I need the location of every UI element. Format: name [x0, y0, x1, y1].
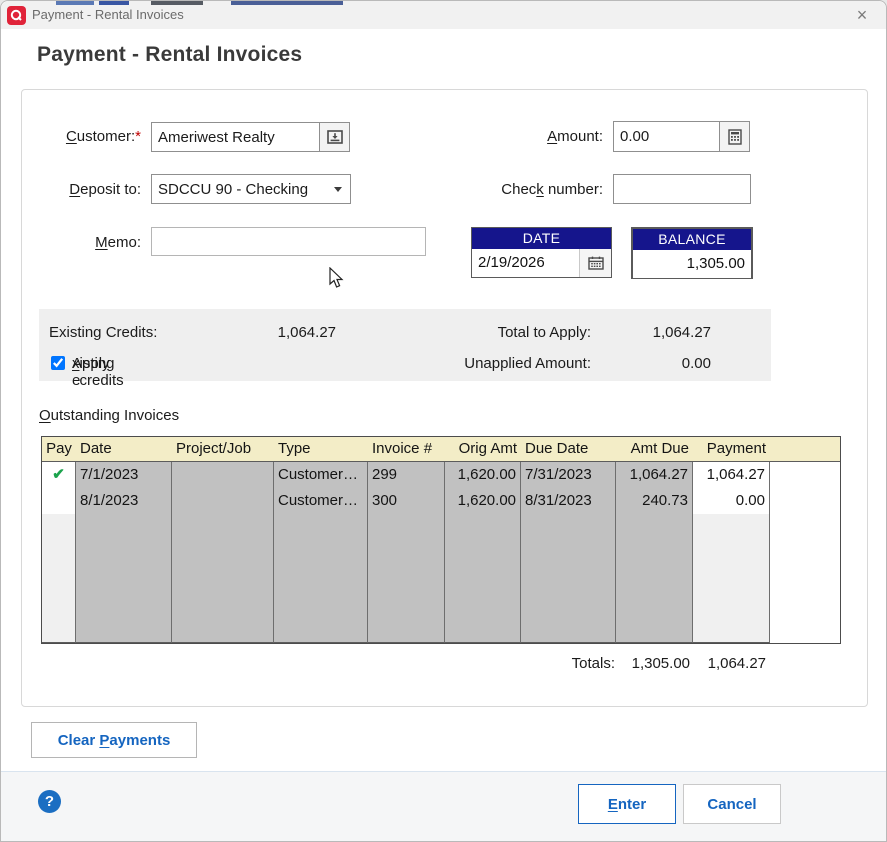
- payment-dialog: Payment - Rental Invoices × Payment - Re…: [0, 0, 887, 842]
- cell-date: 8/1/2023: [76, 488, 172, 514]
- customer-label: Customer:*: [21, 128, 141, 145]
- invoices-table: Pay Date Project/Job Type Invoice # Orig…: [41, 436, 841, 644]
- cell-orig-amt: 1,620.00: [445, 488, 521, 514]
- calendar-icon: [588, 256, 604, 270]
- balance-header: BALANCE: [633, 229, 751, 250]
- memo-label: Memo:: [21, 234, 141, 251]
- cell-type: Customer…: [274, 462, 368, 488]
- memo-input[interactable]: [151, 227, 426, 256]
- deposit-to-select[interactable]: SDCCU 90 - Checking: [151, 174, 351, 204]
- date-input[interactable]: 2/19/2026: [472, 249, 580, 277]
- total-to-apply-value: 1,064.27: [621, 324, 711, 341]
- cell-project: [172, 462, 274, 488]
- col-date[interactable]: Date: [76, 437, 172, 461]
- col-due-date[interactable]: Due Date: [521, 437, 616, 461]
- page-title: Payment - Rental Invoices: [37, 43, 302, 67]
- open-list-icon: [327, 130, 343, 144]
- background-window-artifact: [231, 1, 343, 5]
- outstanding-invoices-label: Outstanding Invoices: [39, 407, 179, 424]
- deposit-to-label: Deposit to:: [21, 181, 141, 198]
- calculator-button[interactable]: [719, 121, 750, 152]
- chevron-down-icon: [334, 187, 342, 192]
- pay-checkmark-icon[interactable]: ✔: [52, 466, 65, 483]
- close-button[interactable]: ×: [850, 4, 874, 26]
- col-spacer: [770, 437, 840, 461]
- help-button[interactable]: ?: [38, 790, 61, 813]
- col-pay[interactable]: Pay: [42, 437, 76, 461]
- total-to-apply-label: Total to Apply:: [441, 324, 591, 341]
- table-header: Pay Date Project/Job Type Invoice # Orig…: [42, 437, 840, 462]
- background-window-artifact: [151, 1, 203, 5]
- cell-orig-amt: 1,620.00: [445, 462, 521, 488]
- date-box: DATE 2/19/2026: [471, 227, 612, 278]
- check-number-label: Check number:: [451, 181, 603, 198]
- col-invoice[interactable]: Invoice #: [368, 437, 445, 461]
- totals-label: Totals:: [520, 655, 615, 672]
- totals-amt-due: 1,305.00: [616, 655, 690, 672]
- cell-type: Customer…: [274, 488, 368, 514]
- balance-box: BALANCE 1,305.00: [631, 227, 753, 279]
- background-window-artifact: [99, 1, 129, 5]
- background-window-artifact: [56, 1, 94, 5]
- balance-value: 1,305.00: [633, 250, 751, 278]
- col-payment[interactable]: Payment: [693, 437, 770, 461]
- col-orig-amt[interactable]: Orig Amt: [445, 437, 521, 461]
- cell-due-date: 7/31/2023: [521, 462, 616, 488]
- close-icon: ×: [857, 5, 868, 25]
- cell-invoice: 300: [368, 488, 445, 514]
- customer-input[interactable]: [151, 122, 320, 152]
- unapplied-amount-label: Unapplied Amount:: [441, 355, 591, 372]
- question-icon: ?: [45, 793, 54, 810]
- col-project[interactable]: Project/Job: [172, 437, 274, 461]
- cell-amt-due: 240.73: [616, 488, 693, 514]
- window-title: Payment - Rental Invoices: [32, 7, 184, 22]
- totals-payment: 1,064.27: [694, 655, 766, 672]
- cell-project: [172, 488, 274, 514]
- table-row[interactable]: ✔ 7/1/2023 Customer… 299 1,620.00 7/31/2…: [42, 462, 840, 488]
- cell-payment[interactable]: 0.00: [693, 488, 770, 514]
- enter-button[interactable]: Enter: [578, 784, 676, 824]
- window-titlebar: Payment - Rental Invoices ×: [1, 1, 886, 29]
- amount-input[interactable]: [613, 121, 720, 152]
- cell-amt-due: 1,064.27: [616, 462, 693, 488]
- deposit-to-value: SDCCU 90 - Checking: [158, 181, 308, 198]
- existing-credits-value: 1,064.27: [231, 324, 336, 341]
- calculator-icon: [728, 129, 742, 145]
- apply-credits-label: Apply existing credits: [72, 355, 80, 372]
- col-amt-due[interactable]: Amt Due: [616, 437, 693, 461]
- customer-open-list-button[interactable]: [319, 122, 350, 152]
- unapplied-amount-value: 0.00: [621, 355, 711, 372]
- table-empty-area: [42, 514, 840, 643]
- calendar-button[interactable]: [580, 249, 611, 277]
- table-row[interactable]: 8/1/2023 Customer… 300 1,620.00 8/31/202…: [42, 488, 840, 514]
- date-header: DATE: [472, 228, 611, 249]
- credits-panel: Existing Credits: 1,064.27 Total to Appl…: [39, 309, 771, 381]
- cell-payment[interactable]: 1,064.27: [693, 462, 770, 488]
- check-number-input[interactable]: [613, 174, 751, 204]
- mouse-cursor: [329, 267, 344, 289]
- cell-invoice: 299: [368, 462, 445, 488]
- amount-label: Amount:: [451, 128, 603, 145]
- clear-payments-button[interactable]: Clear Payments: [31, 722, 197, 758]
- cancel-button[interactable]: Cancel: [683, 784, 781, 824]
- apply-credits-checkbox[interactable]: [51, 356, 65, 370]
- col-type[interactable]: Type: [274, 437, 368, 461]
- cell-date: 7/1/2023: [76, 462, 172, 488]
- existing-credits-label: Existing Credits:: [49, 324, 157, 341]
- app-icon: [7, 6, 26, 25]
- q-logo-icon: [10, 9, 23, 22]
- cell-due-date: 8/31/2023: [521, 488, 616, 514]
- required-asterisk: *: [135, 128, 141, 145]
